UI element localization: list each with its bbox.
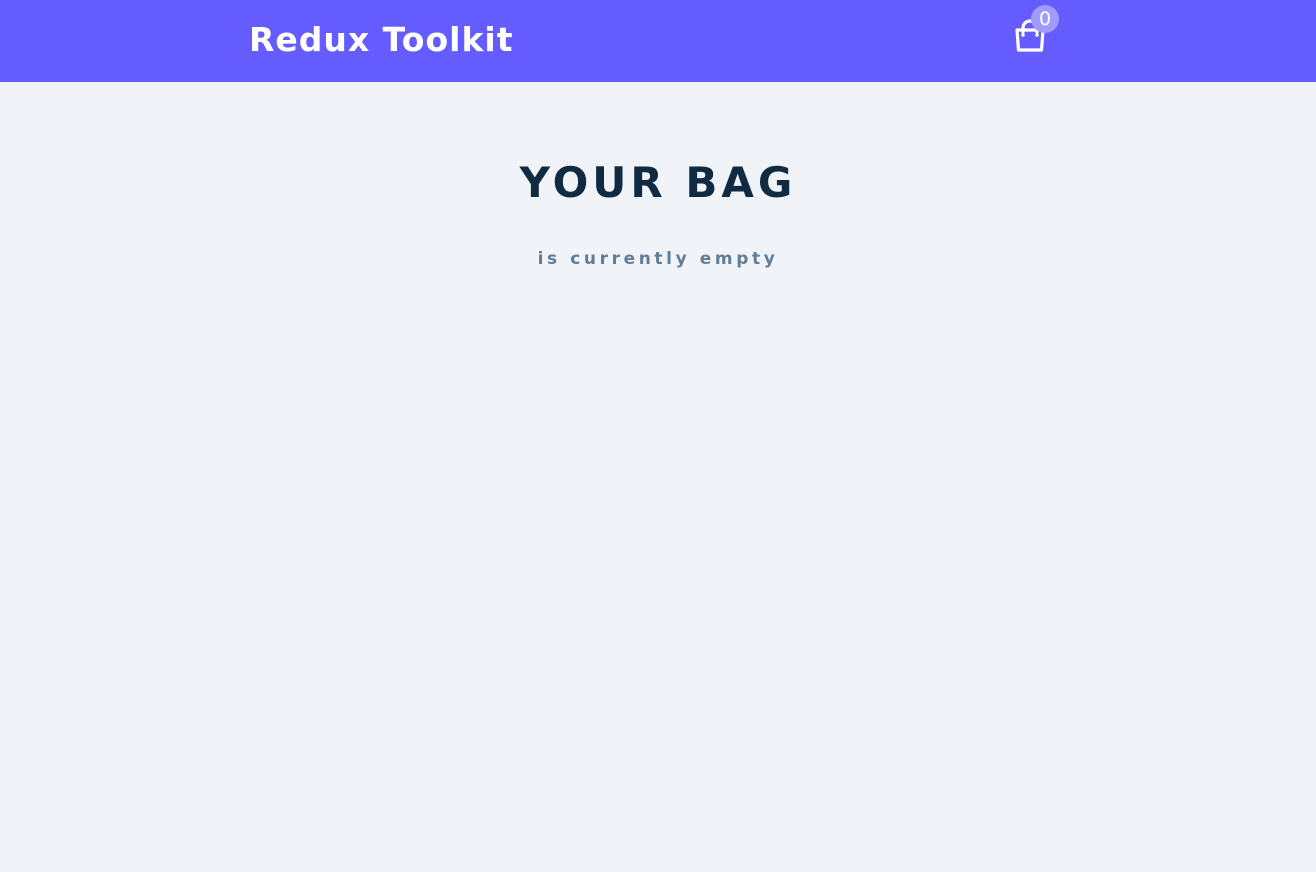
cart-count-badge: 0: [1031, 5, 1059, 33]
bag-title: YOUR BAG: [519, 158, 797, 207]
navbar: Redux Toolkit 0: [0, 0, 1316, 82]
cart-section: YOUR BAG is currently empty: [0, 82, 1316, 270]
brand-title[interactable]: Redux Toolkit: [249, 18, 514, 62]
cart-button[interactable]: 0: [1008, 4, 1064, 60]
empty-bag-message: is currently empty: [537, 249, 779, 269]
